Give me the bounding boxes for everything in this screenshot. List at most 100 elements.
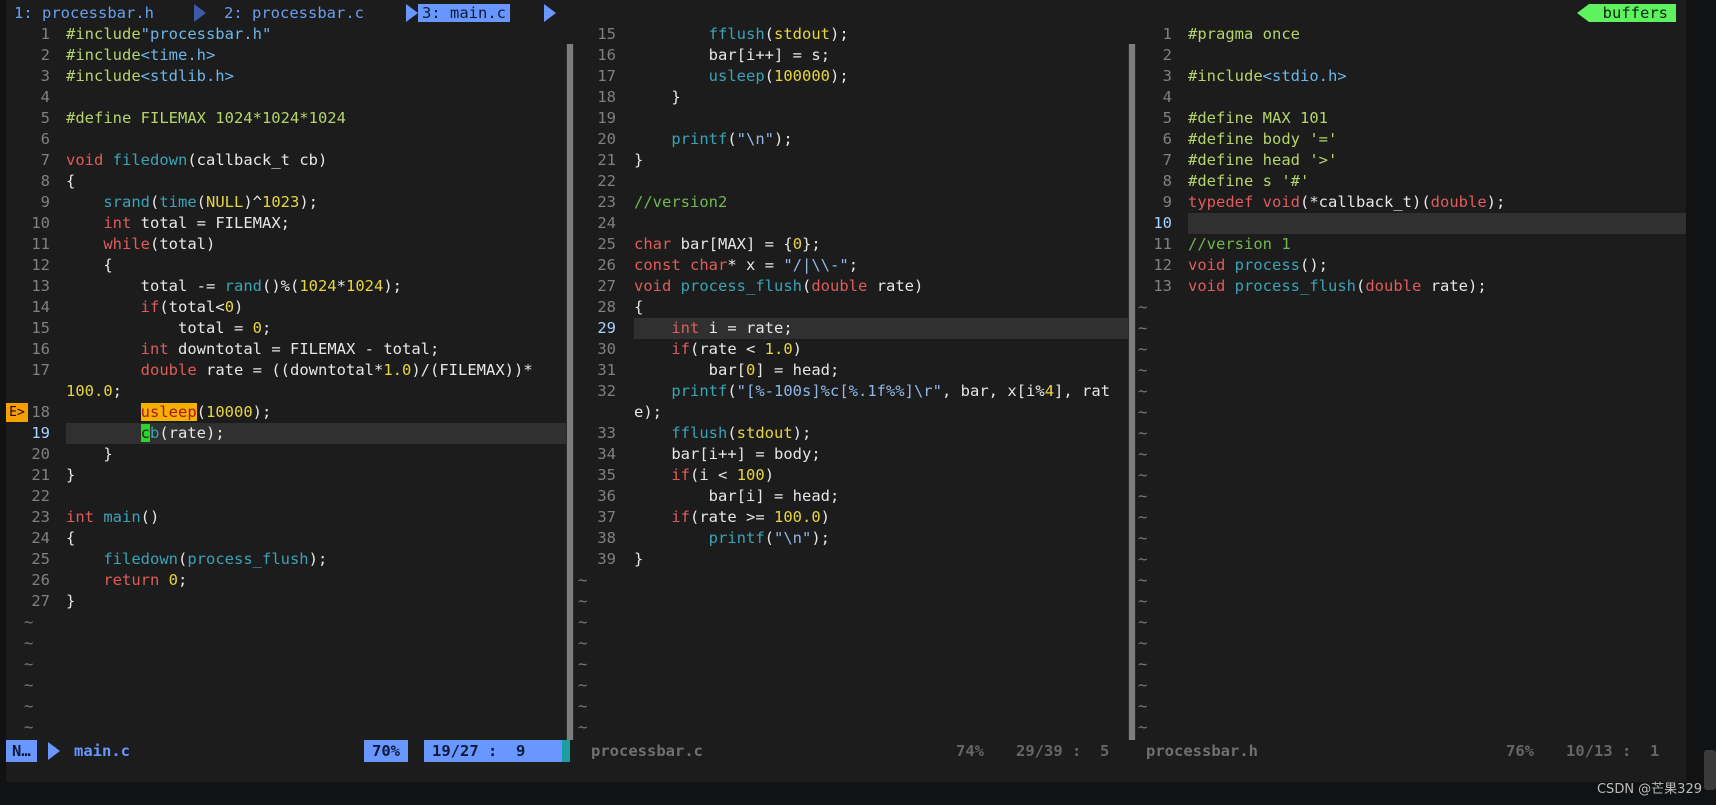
editor-pane-processbar-c[interactable]: 15 fflush(stdout); 16 bar[i++] = s; 17 usl…: [576, 24, 1132, 747]
empty-line-tilde: ~: [578, 571, 588, 589]
code-line[interactable]: 19: [576, 108, 1132, 129]
code-line[interactable]: 30 if(rate < 1.0): [576, 339, 1132, 360]
code-line[interactable]: 27}: [6, 591, 568, 612]
code-line[interactable]: 22: [6, 486, 568, 507]
code-line[interactable]: 29 int i = rate;: [576, 318, 1132, 339]
code-line[interactable]: 26 const char* x = "/|\\-";: [576, 255, 1132, 276]
code-line[interactable]: 11 while(total): [6, 234, 568, 255]
code-text: return 0;: [103, 571, 188, 589]
cursor-line-highlight: [1188, 213, 1686, 234]
status-filename-main-c[interactable]: main.c: [74, 740, 130, 762]
code-line[interactable]: 17 usleep(100000);: [576, 66, 1132, 87]
code-line[interactable]: 18 usleep(10000); E>: [6, 402, 568, 423]
status-filename-processbar-c[interactable]: processbar.c: [591, 740, 703, 762]
line-number: 2: [1162, 46, 1172, 64]
code-line[interactable]: 9 srand(time(NULL)^1023);: [6, 192, 568, 213]
line-number: 20: [31, 445, 50, 463]
code-line[interactable]: 28 {: [576, 297, 1132, 318]
status-position-1: 19/27 : 9: [424, 740, 568, 762]
code-text: }: [66, 466, 76, 484]
code-line[interactable]: 6: [6, 129, 568, 150]
code-line[interactable]: 5 #define MAX 101: [1136, 108, 1686, 129]
code-line[interactable]: 11 //version 1: [1136, 234, 1686, 255]
code-text: #define FILEMAX 1024*1024*1024: [66, 109, 346, 127]
code-line[interactable]: 15 total = 0;: [6, 318, 568, 339]
code-line[interactable]: 1 #include"processbar.h": [6, 24, 568, 45]
code-line[interactable]: e);: [576, 402, 1132, 423]
line-number: 5: [40, 109, 50, 127]
code-text: filedown(process_flush);: [103, 550, 328, 568]
code-line[interactable]: 32 printf("[%-100s]%c[%.1f%%]\r", bar, x…: [576, 381, 1132, 402]
line-number: 18: [597, 88, 616, 106]
window-scrollbar[interactable]: [1704, 750, 1716, 790]
code-line[interactable]: 23 //version2: [576, 192, 1132, 213]
code-line[interactable]: 38 printf("\n");: [576, 528, 1132, 549]
code-line[interactable]: 16 bar[i++] = s;: [576, 45, 1132, 66]
code-line[interactable]: 100.0;: [6, 381, 568, 402]
code-line[interactable]: 12 void process();: [1136, 255, 1686, 276]
code-line[interactable]: 7 #define head '>': [1136, 150, 1686, 171]
code-line[interactable]: 37 if(rate >= 100.0): [576, 507, 1132, 528]
code-line[interactable]: 8 #define s '#': [1136, 171, 1686, 192]
tab-main-c[interactable]: 3: main.c: [418, 4, 510, 22]
tab-active-arrow-icon: [544, 4, 556, 22]
pane-scrollbar[interactable]: [1128, 44, 1136, 747]
code-line[interactable]: 20 }: [6, 444, 568, 465]
code-line[interactable]: 21}: [576, 150, 1132, 171]
tab-processbar-c[interactable]: 2: processbar.c: [224, 4, 364, 22]
line-number: 20: [597, 130, 616, 148]
code-line[interactable]: 20 printf("\n");: [576, 129, 1132, 150]
code-line[interactable]: 26 return 0;: [6, 570, 568, 591]
code-line[interactable]: 9 typedef void(*callback_t)(double);: [1136, 192, 1686, 213]
code-line[interactable]: 24 {: [6, 528, 568, 549]
line-number: 11: [1153, 235, 1172, 253]
code-line[interactable]: 3 #include<stdio.h>: [1136, 66, 1686, 87]
error-sign-icon[interactable]: E>: [6, 403, 28, 422]
code-line[interactable]: 24: [576, 213, 1132, 234]
code-line[interactable]: 5 #define FILEMAX 1024*1024*1024: [6, 108, 568, 129]
code-line[interactable]: 2 #include<time.h>: [6, 45, 568, 66]
editor-pane-processbar-h[interactable]: 1 #pragma once 2 3 #include<stdio.h> 4 5 #defin…: [1136, 24, 1686, 747]
code-line[interactable]: 12 {: [6, 255, 568, 276]
code-line[interactable]: 1 #pragma once: [1136, 24, 1686, 45]
code-line[interactable]: 4: [6, 87, 568, 108]
code-line[interactable]: 27 void process_flush(double rate): [576, 276, 1132, 297]
code-line[interactable]: 16 int downtotal = FILEMAX - total;: [6, 339, 568, 360]
code-line[interactable]: 14 if(total<0): [6, 297, 568, 318]
line-number: 10: [1153, 214, 1172, 232]
code-line[interactable]: 33 fflush(stdout);: [576, 423, 1132, 444]
code-line[interactable]: 17 double rate = ((downtotal*1.0)/(FILEM…: [6, 360, 568, 381]
code-line[interactable]: 10: [1136, 213, 1686, 234]
code-line[interactable]: 35 if(i < 100): [576, 465, 1132, 486]
code-text: e);: [634, 403, 663, 421]
code-line[interactable]: 13 total -= rand()%(1024*1024);: [6, 276, 568, 297]
code-line[interactable]: 36 bar[i] = head;: [576, 486, 1132, 507]
code-line[interactable]: 34 bar[i++] = body;: [576, 444, 1132, 465]
empty-line-tilde: ~: [1138, 340, 1148, 358]
code-line[interactable]: 25 char bar[MAX] = {0};: [576, 234, 1132, 255]
code-line[interactable]: 25 filedown(process_flush);: [6, 549, 568, 570]
code-line[interactable]: 4: [1136, 87, 1686, 108]
code-line[interactable]: 8{: [6, 171, 568, 192]
status-filename-processbar-h[interactable]: processbar.h: [1146, 740, 1258, 762]
tab-processbar-h[interactable]: 1: processbar.h: [14, 4, 154, 22]
empty-line-tilde: ~: [1138, 550, 1148, 568]
code-line[interactable]: 15 fflush(stdout);: [576, 24, 1132, 45]
code-line[interactable]: 31 bar[0] = head;: [576, 360, 1132, 381]
code-line[interactable]: 39}: [576, 549, 1132, 570]
code-line[interactable]: 18 }: [576, 87, 1132, 108]
code-line[interactable]: 10 int total = FILEMAX;: [6, 213, 568, 234]
code-line[interactable]: 21}: [6, 465, 568, 486]
code-line[interactable]: 2: [1136, 45, 1686, 66]
code-line[interactable]: 23 int main(): [6, 507, 568, 528]
code-text: if(rate < 1.0): [671, 340, 803, 358]
empty-line-tilde: ~: [1138, 634, 1148, 652]
code-line[interactable]: 13 void process_flush(double rate);: [1136, 276, 1686, 297]
code-line[interactable]: 6 #define body '=': [1136, 129, 1686, 150]
code-line[interactable]: 19 cb(rate);: [6, 423, 568, 444]
editor-pane-main-c[interactable]: 1 #include"processbar.h" 2 #include<time.h>…: [6, 24, 568, 747]
code-line[interactable]: 22: [576, 171, 1132, 192]
pane-scrollbar[interactable]: [566, 44, 574, 747]
code-line[interactable]: 7 void filedown(callback_t cb): [6, 150, 568, 171]
code-line[interactable]: 3 #include<stdlib.h>: [6, 66, 568, 87]
